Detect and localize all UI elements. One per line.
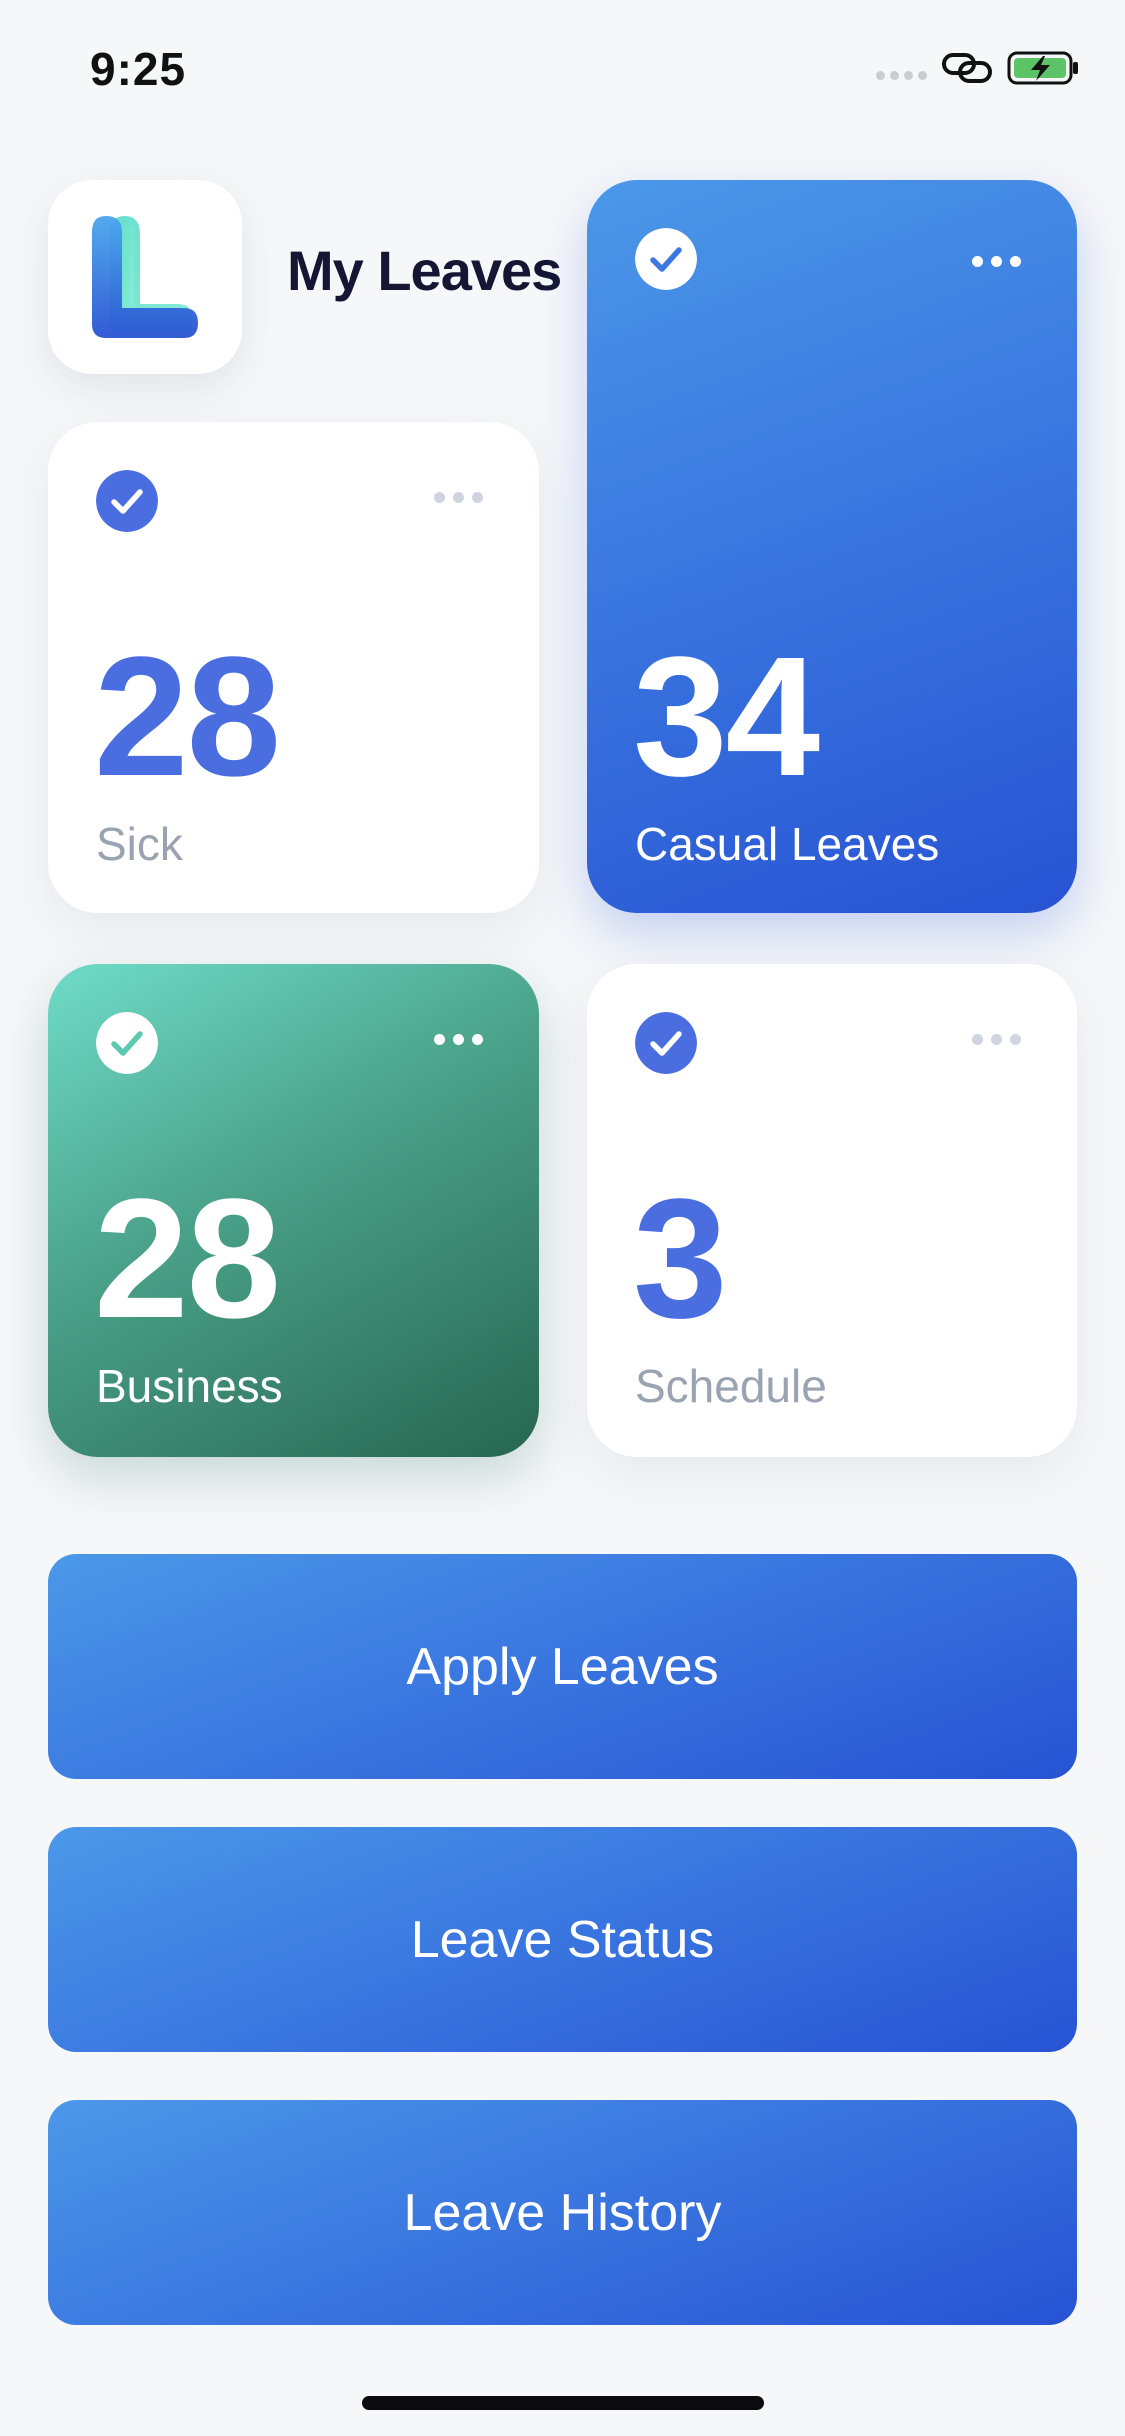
signal-icon (876, 70, 927, 80)
check-circle-icon (96, 1012, 158, 1074)
leave-count: 28 (94, 622, 281, 812)
check-circle-icon (96, 470, 158, 532)
status-time: 9:25 (90, 43, 187, 95)
check-circle-icon (635, 1012, 697, 1074)
more-icon[interactable] (434, 1034, 483, 1045)
leave-card-business[interactable]: 28 Business (48, 964, 539, 1457)
status-icons (876, 50, 1081, 86)
leave-card-sick[interactable]: 28 Sick (48, 422, 539, 913)
leave-label: Sick (96, 818, 183, 870)
leave-status-button[interactable]: Leave Status (48, 1827, 1077, 2052)
leave-card-schedule[interactable]: 3 Schedule (587, 964, 1077, 1457)
leave-label: Schedule (635, 1360, 827, 1412)
more-icon[interactable] (972, 1034, 1021, 1045)
link-icon (942, 53, 992, 83)
app-logo (48, 180, 242, 374)
leave-count: 28 (94, 1164, 281, 1354)
page-title: My Leaves (287, 239, 562, 302)
check-circle-icon (635, 228, 697, 290)
leave-count: 34 (633, 622, 820, 812)
leave-label: Business (96, 1360, 283, 1412)
leave-count: 3 (633, 1164, 728, 1354)
status-bar: 9:25 (0, 0, 1125, 140)
battery-charging-icon (1007, 51, 1078, 85)
leave-history-button[interactable]: Leave History (48, 2100, 1077, 2325)
leaves-app-logo-icon (92, 216, 198, 338)
leave-card-casual[interactable]: 34 Casual Leaves (587, 180, 1077, 913)
more-icon[interactable] (434, 492, 483, 503)
apply-leaves-button[interactable]: Apply Leaves (48, 1554, 1077, 1779)
home-indicator[interactable] (362, 2396, 764, 2410)
leave-label: Casual Leaves (635, 818, 940, 870)
more-icon[interactable] (972, 256, 1021, 267)
